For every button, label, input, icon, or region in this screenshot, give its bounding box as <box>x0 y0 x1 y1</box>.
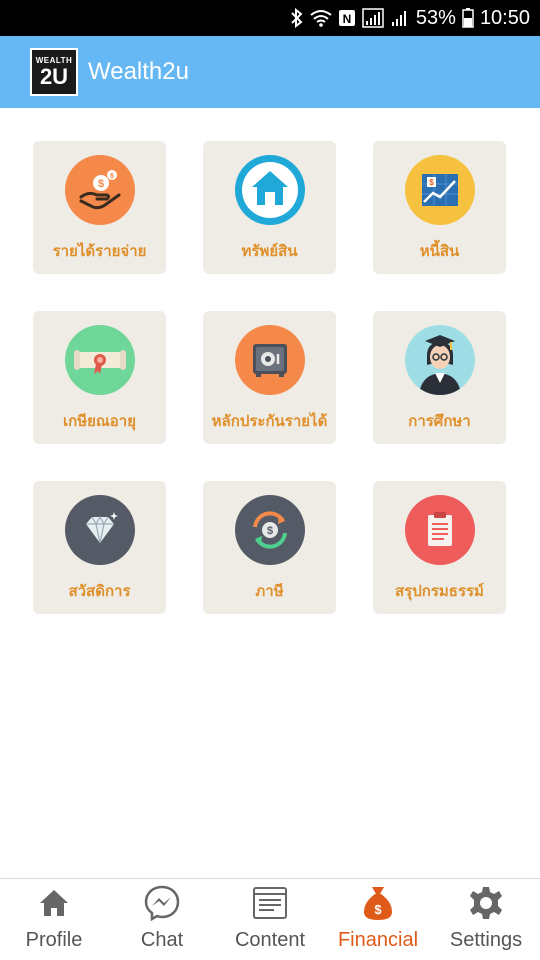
app-logo: WEALTH 2U <box>30 48 78 96</box>
debt-chart-icon: $ <box>404 155 475 225</box>
tile-label: การศึกษา <box>408 412 471 430</box>
wifi-icon <box>310 9 332 27</box>
nav-financial[interactable]: $ Financial <box>324 879 432 960</box>
gear-icon <box>468 883 504 923</box>
tile-label: ทรัพย์สิน <box>241 242 298 260</box>
tile-debt[interactable]: $ หนี้สิน <box>373 141 506 274</box>
nav-label: Financial <box>337 929 419 951</box>
battery-percent: 53% <box>415 6 456 29</box>
messenger-icon <box>143 883 181 923</box>
nav-settings[interactable]: Settings <box>432 879 540 960</box>
nav-profile[interactable]: Profile <box>0 879 108 960</box>
tile-label: ภาษี <box>255 582 284 600</box>
nav-label: Settings <box>449 929 523 951</box>
tile-education[interactable]: การศึกษา <box>373 311 506 444</box>
status-bar: N 53% 10:50 <box>0 0 540 36</box>
nav-label: Content <box>234 929 306 951</box>
income-expense-icon: $ $ <box>64 155 135 225</box>
tile-retirement[interactable]: เกษียณอายุ <box>33 311 166 444</box>
svg-text:$: $ <box>374 902 382 917</box>
svg-text:$: $ <box>97 178 103 190</box>
svg-text:$: $ <box>266 525 272 537</box>
tile-income-expense[interactable]: $ $ รายได้รายจ่าย <box>33 141 166 274</box>
logo-text-bottom: 2U <box>39 63 69 89</box>
svg-text:N: N <box>343 12 352 26</box>
tile-label: รายได้รายจ่าย <box>52 242 147 260</box>
bluetooth-icon <box>290 8 304 28</box>
svg-text:$: $ <box>110 173 114 180</box>
tile-label: หลักประกันรายได้ <box>211 412 328 430</box>
tile-income-security[interactable]: หลักประกันรายได้ <box>203 311 336 444</box>
diploma-icon <box>64 325 135 395</box>
clock: 10:50 <box>479 6 530 29</box>
nav-content[interactable]: Content <box>216 879 324 960</box>
tile-label: เกษียณอายุ <box>62 412 137 430</box>
tile-label: สรุปกรมธรรม์ <box>395 582 484 600</box>
financial-menu-grid: $ $ รายได้รายจ่าย ทรัพย์สิน $ หนี้สิน เก… <box>33 141 507 614</box>
nav-label: Profile <box>25 929 83 951</box>
tile-policy-summary[interactable]: สรุปกรมธรรม์ <box>373 481 506 614</box>
home-icon <box>37 883 71 923</box>
battery-icon <box>462 8 474 28</box>
app-title: Wealth2u <box>88 58 189 85</box>
svg-text:$: $ <box>429 178 434 187</box>
document-icon <box>252 883 288 923</box>
safe-icon <box>234 325 305 395</box>
bottom-nav: Profile Chat Content $ Financial Setting… <box>0 878 540 960</box>
tile-label: สวัสดิการ <box>68 582 131 600</box>
tile-welfare[interactable]: สวัสดิการ <box>33 481 166 614</box>
money-bag-icon: $ <box>361 883 395 923</box>
graduate-icon <box>404 325 475 395</box>
nav-label: Chat <box>140 929 184 951</box>
tile-tax[interactable]: $ ภาษี <box>203 481 336 614</box>
clipboard-icon <box>404 495 475 565</box>
diamond-icon <box>64 495 135 565</box>
house-icon <box>234 155 305 225</box>
nfc-icon: N <box>338 9 356 27</box>
app-bar: WEALTH 2U Wealth2u <box>0 36 540 108</box>
tile-label: หนี้สิน <box>419 242 460 260</box>
tile-assets[interactable]: ทรัพย์สิน <box>203 141 336 274</box>
signal-sim2-icon <box>390 8 410 28</box>
signal-sim1-icon <box>362 8 384 28</box>
tax-cycle-icon: $ <box>234 495 305 565</box>
nav-chat[interactable]: Chat <box>108 879 216 960</box>
